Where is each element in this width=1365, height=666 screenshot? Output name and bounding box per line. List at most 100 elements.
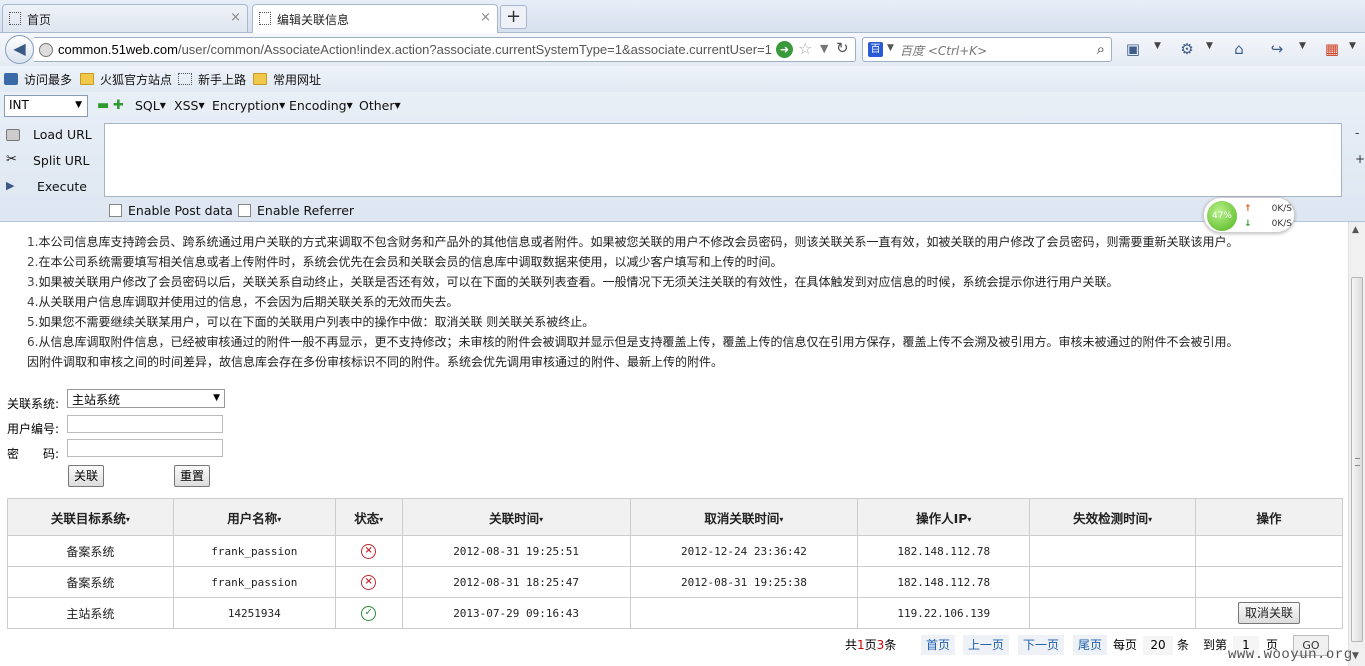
baidu-icon[interactable]: 百: [868, 42, 883, 57]
bookmark-label: 新手上路: [198, 73, 247, 87]
enable-referrer-checkbox[interactable]: Enable Referrer: [238, 203, 354, 218]
scroll-down-icon[interactable]: ▼: [1352, 651, 1359, 661]
prev-page-link[interactable]: 上一页: [963, 635, 1010, 655]
cancel-association-button[interactable]: 取消关联: [1238, 602, 1301, 624]
bookmark-star-icon[interactable]: ☆: [798, 39, 812, 58]
close-icon[interactable]: ×: [480, 10, 491, 25]
tab-edit-association[interactable]: 编辑关联信息 ×: [252, 4, 498, 33]
menu-sql[interactable]: SQL▼: [135, 98, 166, 113]
chevron-down-icon[interactable]: ▼: [1349, 41, 1356, 51]
url-text: common.51web.com/user/common/AssociateAc…: [58, 42, 772, 57]
download-speed: 0K/S: [1271, 219, 1292, 229]
search-input[interactable]: 百度 <Ctrl+K>: [900, 42, 987, 59]
home-icon[interactable]: ⌂: [1229, 39, 1249, 59]
pager-text: 页: [864, 638, 877, 652]
reload-icon[interactable]: ↻: [836, 39, 849, 57]
sort-icon: ▾: [779, 514, 784, 524]
header-label: 用户名称: [227, 510, 278, 526]
item-text: 如果您不需要继续关联某用户，可以在下面的关联用户列表中的操作中做：取消关联 则关…: [38, 315, 595, 329]
menu-label: Encoding: [289, 98, 347, 113]
item-number: 1.: [27, 235, 39, 249]
bookmark-most-visited[interactable]: 访问最多: [4, 71, 72, 88]
addon-icon[interactable]: ⚙: [1177, 39, 1197, 59]
reset-button[interactable]: 重置: [174, 465, 210, 487]
password-input[interactable]: [67, 439, 223, 457]
associate-button[interactable]: 关联: [68, 465, 104, 487]
expand-icon[interactable]: +: [1355, 152, 1365, 166]
instruction-item: 1.本公司信息库支持跨会员、跨系统通过用户关联的方式来调取不包含财务和产品外的其…: [27, 234, 1327, 254]
cell-system: 主站系统: [7, 597, 174, 629]
column-header-check-time[interactable]: 失效检测时间▾: [1029, 498, 1197, 536]
bookmark-getting-started[interactable]: 新手上路: [178, 71, 246, 88]
first-page-link[interactable]: 首页: [921, 635, 956, 655]
last-page-link[interactable]: 尾页: [1073, 635, 1108, 655]
chevron-down-icon: ▼: [159, 101, 166, 110]
plus-icon[interactable]: ✚: [113, 98, 124, 113]
header-label: 操作: [1256, 510, 1282, 526]
search-box[interactable]: 百 ▼ 百度 <Ctrl+K> ⌕: [862, 37, 1112, 62]
bookmark-firefox-site[interactable]: 火狐官方站点: [80, 71, 172, 88]
windows-icon[interactable]: ▦: [1322, 39, 1342, 59]
play-icon: ▶: [6, 179, 15, 192]
page-icon: [9, 12, 21, 25]
item-text: 如果被关联用户修改了会员密码以后，关联关系自动终止，关联是否还有效，可以在下面的…: [38, 275, 1119, 289]
menu-encryption[interactable]: Encryption▼: [212, 98, 285, 113]
menu-xss[interactable]: XSS▼: [174, 98, 205, 113]
enable-post-data-checkbox[interactable]: Enable Post data: [109, 203, 233, 218]
item-number: 5.: [27, 315, 39, 329]
vertical-scrollbar[interactable]: ▲ ▼: [1348, 222, 1365, 666]
menu-encoding[interactable]: Encoding▼: [289, 98, 353, 113]
share-icon[interactable]: ↪: [1267, 39, 1287, 59]
url-path: /user/common/AssociateAction!index.actio…: [177, 42, 772, 57]
per-page-label: 每页: [1113, 638, 1138, 652]
close-icon[interactable]: ×: [230, 10, 241, 25]
column-header-username[interactable]: 用户名称▾: [172, 498, 336, 536]
chevron-down-icon[interactable]: ▼: [1206, 41, 1213, 51]
history-dropdown-icon[interactable]: ▼: [820, 42, 828, 55]
screenshot-icon[interactable]: ▣: [1123, 39, 1143, 59]
item-number: 2.: [27, 255, 39, 269]
navigation-bar: ◀ common.51web.com/user/common/Associate…: [0, 33, 1365, 66]
bookmark-common-sites[interactable]: 常用网址: [253, 71, 321, 88]
chevron-down-icon: ▼: [75, 100, 82, 110]
shrink-icon[interactable]: -: [1355, 126, 1359, 140]
address-bar[interactable]: common.51web.com/user/common/AssociateAc…: [34, 37, 856, 62]
chevron-down-icon[interactable]: ▼: [887, 43, 894, 53]
type-select[interactable]: INT ▼: [4, 95, 88, 117]
column-header-operator-ip[interactable]: 操作人IP▾: [857, 498, 1031, 536]
speed-percent: 47%: [1207, 201, 1237, 231]
next-page-link[interactable]: 下一页: [1018, 635, 1065, 655]
item-text: 从信息库调取附件信息，已经被审核通过的附件一般不再显示，更不支持修改；未审核的附…: [38, 335, 1239, 349]
url-textarea[interactable]: [104, 123, 1342, 197]
load-url-icon: [6, 129, 20, 141]
minus-icon[interactable]: ▬: [97, 98, 109, 113]
chevron-down-icon[interactable]: ▼: [1299, 41, 1306, 51]
tab-home[interactable]: 首页 ×: [2, 4, 248, 32]
go-arrow-icon[interactable]: ➜: [776, 41, 793, 58]
scrollbar-thumb[interactable]: [1351, 277, 1363, 642]
cell-ip: 182.148.112.78: [857, 535, 1031, 567]
chevron-down-icon[interactable]: ▼: [1154, 41, 1161, 51]
sort-icon: ▾: [539, 514, 544, 524]
search-icon[interactable]: ⌕: [1097, 40, 1105, 58]
system-select[interactable]: 主站系统 ▼: [67, 389, 225, 408]
network-speed-widget[interactable]: 47% ↑ 0K/S ↓ 0K/S: [1203, 197, 1295, 233]
user-id-input[interactable]: [67, 415, 223, 433]
column-header-cancel-time[interactable]: 取消关联时间▾: [629, 498, 859, 536]
column-header-target-system[interactable]: 关联目标系统▾: [7, 498, 174, 536]
menu-other[interactable]: Other▼: [359, 98, 401, 113]
item-text: 本公司信息库支持跨会员、跨系统通过用户关联的方式来调取不包含财务和产品外的其他信…: [38, 235, 1239, 249]
cell-action: [1195, 535, 1343, 567]
column-header-status[interactable]: 状态▾: [334, 498, 403, 536]
per-page-input[interactable]: 20: [1143, 636, 1173, 655]
column-header-assoc-time[interactable]: 关联时间▾: [401, 498, 631, 536]
cell-ip: 182.148.112.78: [857, 566, 1031, 598]
menu-label: XSS: [174, 98, 199, 113]
cell-status: ×: [334, 566, 403, 598]
scroll-up-icon[interactable]: ▲: [1352, 225, 1359, 235]
new-tab-button[interactable]: +: [500, 5, 527, 29]
back-button[interactable]: ◀: [5, 35, 34, 64]
valid-status-icon: ✓: [361, 606, 377, 621]
page-icon: [178, 73, 192, 85]
upload-arrow-icon: ↑: [1244, 204, 1252, 214]
